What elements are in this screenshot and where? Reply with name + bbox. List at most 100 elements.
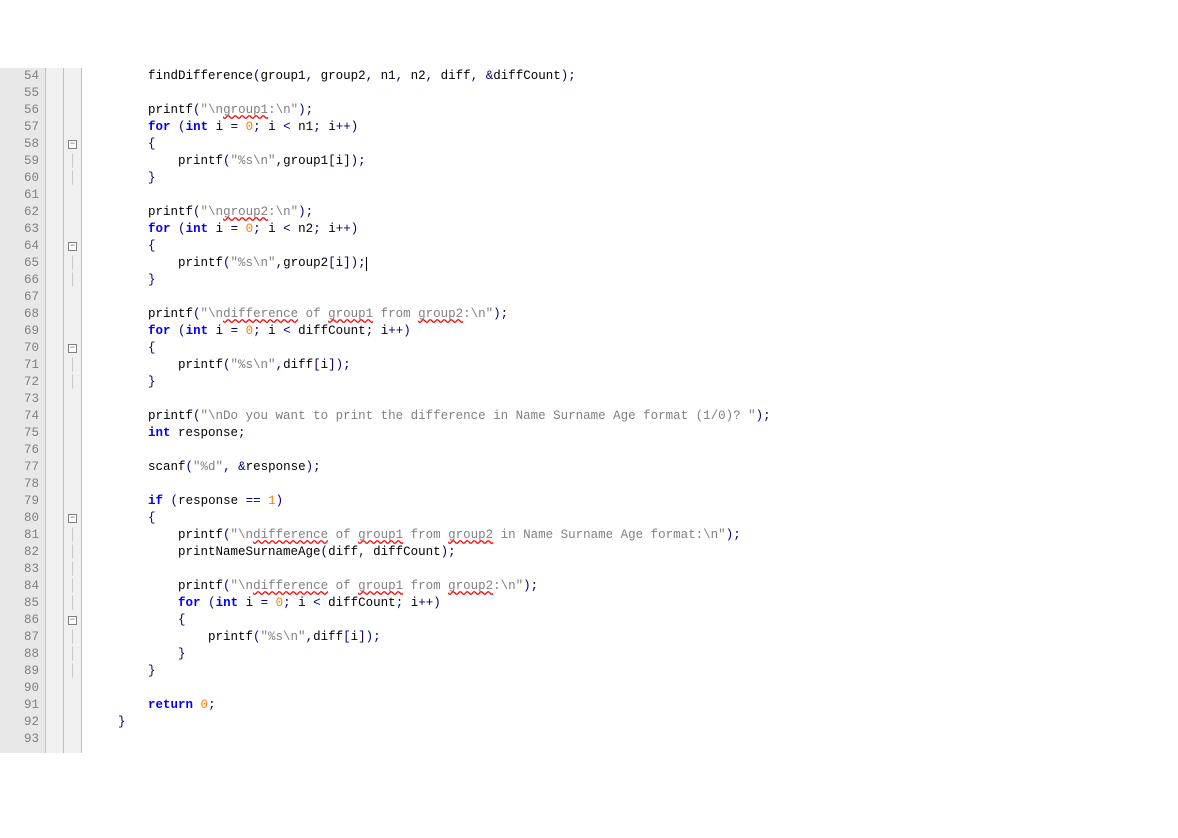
- line-number: 60: [0, 170, 39, 187]
- code-line[interactable]: [88, 289, 1178, 306]
- line-number: 69: [0, 323, 39, 340]
- fold-slot: │: [64, 561, 81, 578]
- bookmark-slot: [46, 476, 63, 493]
- code-token: ;: [366, 324, 381, 338]
- code-area[interactable]: findDifference(group1, group2, n1, n2, d…: [82, 68, 1178, 753]
- fold-slot: │: [64, 153, 81, 170]
- code-line[interactable]: for (int i = 0; i < n2; i++): [88, 221, 1178, 238]
- code-line[interactable]: {: [88, 340, 1178, 357]
- code-token: [88, 137, 148, 151]
- code-line[interactable]: {: [88, 136, 1178, 153]
- line-number: 87: [0, 629, 39, 646]
- code-token: {: [148, 341, 156, 355]
- code-line[interactable]: scanf("%d", &response);: [88, 459, 1178, 476]
- code-line[interactable]: printf("%s\n",group1[i]);: [88, 153, 1178, 170]
- code-line[interactable]: [88, 442, 1178, 459]
- line-number: 54: [0, 68, 39, 85]
- line-number: 55: [0, 85, 39, 102]
- code-line[interactable]: }: [88, 170, 1178, 187]
- code-line[interactable]: printf("\ngroup2:\n");: [88, 204, 1178, 221]
- code-token: );: [298, 205, 313, 219]
- code-line[interactable]: int response;: [88, 425, 1178, 442]
- code-token: ,: [306, 630, 314, 644]
- code-token: {: [148, 511, 156, 525]
- fold-toggle-icon[interactable]: −: [68, 140, 77, 149]
- code-token: (: [193, 307, 201, 321]
- code-line[interactable]: [88, 187, 1178, 204]
- code-token: i: [336, 256, 344, 270]
- code-line[interactable]: printf("\ngroup1:\n");: [88, 102, 1178, 119]
- fold-toggle-icon[interactable]: −: [68, 242, 77, 251]
- line-number: 65: [0, 255, 39, 272]
- code-line[interactable]: {: [88, 510, 1178, 527]
- code-line[interactable]: }: [88, 714, 1178, 731]
- code-line[interactable]: }: [88, 374, 1178, 391]
- code-line[interactable]: [88, 731, 1178, 748]
- code-token: ;: [313, 222, 328, 236]
- fold-column[interactable]: −││−││−││−│││││−│││: [64, 68, 82, 753]
- code-token: printf: [88, 154, 223, 168]
- code-line[interactable]: [88, 85, 1178, 102]
- fold-slot: │: [64, 663, 81, 680]
- code-line[interactable]: for (int i = 0; i < n1; i++): [88, 119, 1178, 136]
- code-line[interactable]: printf("\ndifference of group1 from grou…: [88, 306, 1178, 323]
- code-line[interactable]: [88, 680, 1178, 697]
- fold-slot: │: [64, 578, 81, 595]
- code-token: );: [726, 528, 741, 542]
- code-line[interactable]: printf("\nDo you want to print the diffe…: [88, 408, 1178, 425]
- code-token: [88, 426, 148, 440]
- line-number: 61: [0, 187, 39, 204]
- code-line[interactable]: {: [88, 238, 1178, 255]
- code-token: ;: [283, 596, 298, 610]
- code-line[interactable]: {: [88, 612, 1178, 629]
- code-line[interactable]: return 0;: [88, 697, 1178, 714]
- code-token: n2: [298, 222, 313, 236]
- code-token: ]);: [343, 256, 366, 270]
- code-token: (: [193, 409, 201, 423]
- code-token: printf: [88, 579, 223, 593]
- code-line[interactable]: printf("%s\n",diff[i]);: [88, 629, 1178, 646]
- code-token: }: [148, 664, 156, 678]
- code-line[interactable]: [88, 391, 1178, 408]
- code-editor[interactable]: 5455565758596061626364656667686970717273…: [0, 68, 1178, 753]
- code-token: "\nDo you want to print the difference i…: [201, 409, 756, 423]
- code-token: group1: [358, 579, 403, 593]
- code-token: "%s\n": [231, 358, 276, 372]
- code-token: n1: [381, 69, 396, 83]
- fold-toggle-icon[interactable]: −: [68, 616, 77, 625]
- code-line[interactable]: printNameSurnameAge(diff, diffCount);: [88, 544, 1178, 561]
- line-number: 71: [0, 357, 39, 374]
- code-token: (: [178, 120, 186, 134]
- code-line[interactable]: for (int i = 0; i < diffCount; i++): [88, 323, 1178, 340]
- code-token: of: [328, 579, 358, 593]
- fold-slot: │: [64, 357, 81, 374]
- bookmark-slot: [46, 272, 63, 289]
- code-line[interactable]: }: [88, 272, 1178, 289]
- code-token: [88, 647, 178, 661]
- fold-toggle-icon[interactable]: −: [68, 344, 77, 353]
- line-number: 90: [0, 680, 39, 697]
- fold-slot: │: [64, 646, 81, 663]
- code-token: (: [223, 256, 231, 270]
- code-token: ,: [396, 69, 411, 83]
- code-line[interactable]: findDifference(group1, group2, n1, n2, d…: [88, 68, 1178, 85]
- code-token: (: [178, 324, 186, 338]
- code-line[interactable]: [88, 561, 1178, 578]
- code-token: "\n: [201, 103, 224, 117]
- line-number: 75: [0, 425, 39, 442]
- code-line[interactable]: [88, 476, 1178, 493]
- code-line[interactable]: printf("%s\n",diff[i]);: [88, 357, 1178, 374]
- code-line[interactable]: printf("\ndifference of group1 from grou…: [88, 527, 1178, 544]
- line-number: 74: [0, 408, 39, 425]
- code-line[interactable]: for (int i = 0; i < diffCount; i++): [88, 595, 1178, 612]
- code-line[interactable]: }: [88, 646, 1178, 663]
- code-line[interactable]: }: [88, 663, 1178, 680]
- code-line[interactable]: if (response == 1): [88, 493, 1178, 510]
- code-line[interactable]: printf("\ndifference of group1 from grou…: [88, 578, 1178, 595]
- bookmark-slot: [46, 544, 63, 561]
- code-token: [: [328, 154, 336, 168]
- fold-toggle-icon[interactable]: −: [68, 514, 77, 523]
- code-token: [: [343, 630, 351, 644]
- code-line[interactable]: printf("%s\n",group2[i]);: [88, 255, 1178, 272]
- bookmark-slot: [46, 629, 63, 646]
